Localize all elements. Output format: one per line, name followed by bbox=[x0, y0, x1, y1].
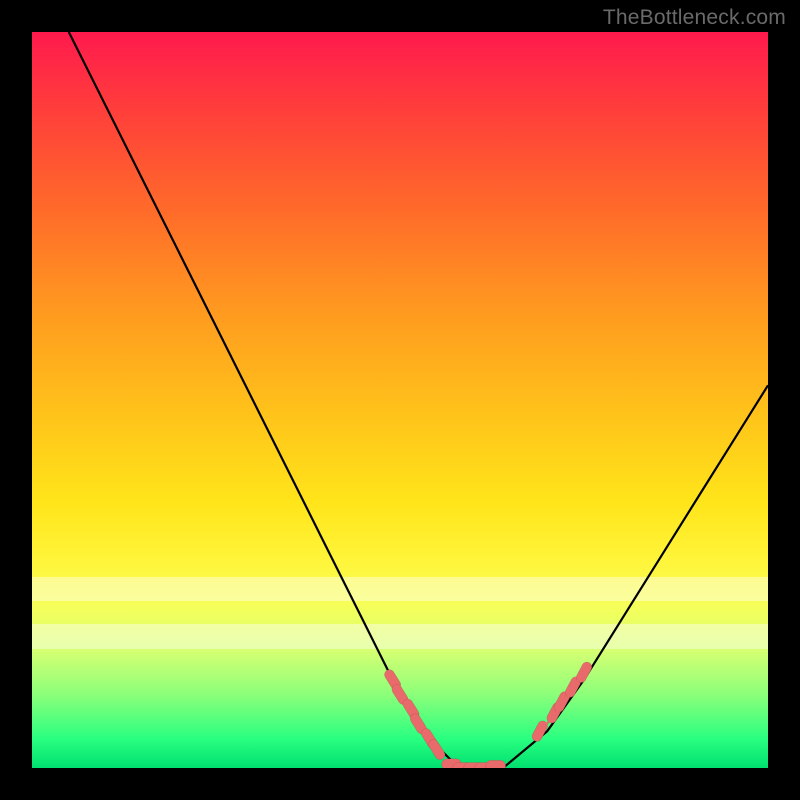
ticks-right bbox=[544, 678, 579, 729]
bead bbox=[574, 660, 593, 684]
frame: TheBottleneck.com bbox=[0, 0, 800, 800]
beads-right bbox=[530, 660, 593, 743]
watermark: TheBottleneck.com bbox=[603, 6, 786, 30]
bead bbox=[563, 675, 582, 699]
beads-bottom bbox=[442, 759, 506, 768]
bead bbox=[390, 682, 410, 706]
beads-left bbox=[383, 668, 447, 762]
bead bbox=[401, 697, 421, 721]
bead bbox=[442, 759, 462, 768]
glow-band bbox=[32, 577, 768, 601]
bottleneck-curve bbox=[69, 32, 768, 768]
bead bbox=[408, 712, 428, 736]
tick bbox=[574, 678, 580, 689]
tick bbox=[552, 711, 558, 722]
chart-svg bbox=[32, 32, 768, 768]
tick bbox=[544, 719, 550, 730]
bead bbox=[383, 668, 403, 692]
bead bbox=[453, 763, 473, 769]
glow-band bbox=[32, 624, 768, 648]
tick bbox=[559, 700, 565, 711]
bead bbox=[419, 727, 439, 751]
bead bbox=[475, 763, 495, 769]
bead bbox=[486, 760, 506, 768]
plot-area bbox=[32, 32, 768, 768]
bead bbox=[530, 719, 549, 743]
bead bbox=[545, 701, 564, 725]
tick bbox=[566, 689, 572, 700]
bead bbox=[427, 738, 447, 762]
bead bbox=[464, 763, 484, 769]
bead bbox=[552, 690, 571, 714]
